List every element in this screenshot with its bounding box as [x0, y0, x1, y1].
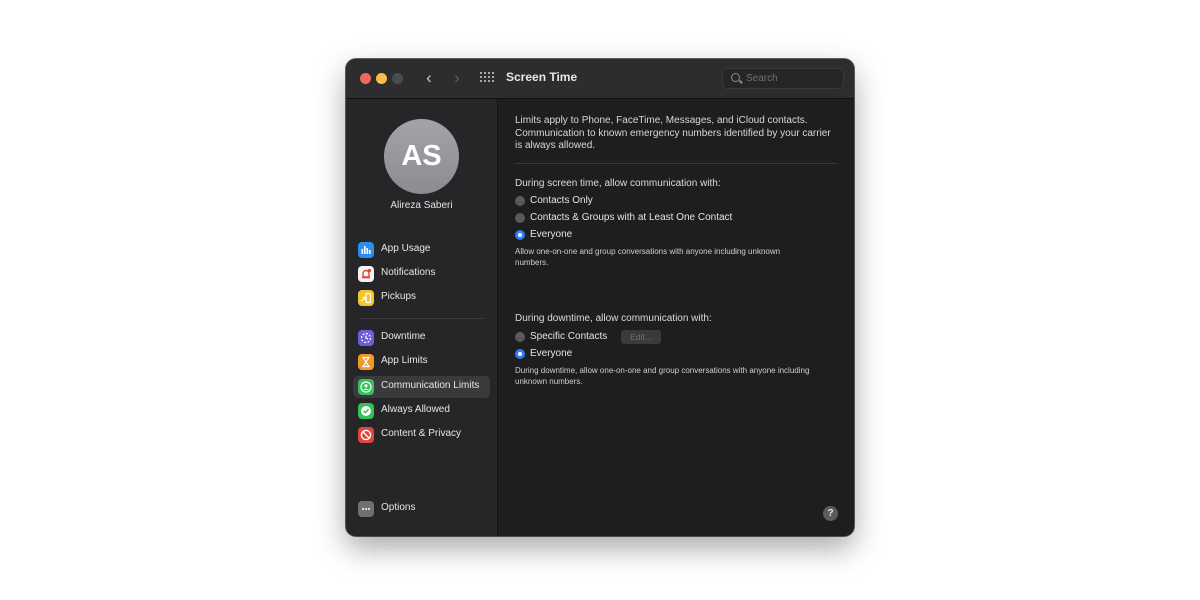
bar-chart-icon: [358, 242, 374, 258]
sidebar-item-label: App Limits: [381, 355, 428, 366]
back-button[interactable]: ‹: [419, 68, 439, 88]
search-icon: [731, 73, 740, 82]
sidebar-item-label: Content & Privacy: [381, 428, 462, 439]
sidebar-item-label: App Usage: [381, 243, 431, 254]
radio-label: Specific Contacts: [530, 331, 608, 342]
sidebar-item-label: Pickups: [381, 291, 417, 302]
title-bar: ‹ › Screen Time Search: [346, 59, 854, 99]
radio-button[interactable]: [515, 213, 525, 223]
radio-label: Everyone: [530, 348, 573, 359]
search-placeholder: Search: [746, 73, 778, 84]
avatar[interactable]: AS: [384, 119, 459, 194]
bell-icon: [358, 266, 374, 282]
checkmark-badge-icon: [358, 403, 374, 419]
window-title: Screen Time: [506, 70, 578, 84]
radio-specific-contacts[interactable]: Specific Contacts Edit...: [515, 330, 675, 345]
search-field[interactable]: Search: [722, 68, 844, 89]
ellipsis-icon: [358, 501, 374, 517]
person-circle-icon: [358, 379, 374, 395]
sidebar-item-downtime[interactable]: Downtime: [353, 327, 490, 349]
communication-limits-pane: Limits apply to Phone, FaceTime, Message…: [498, 99, 854, 536]
sidebar-item-always-allowed[interactable]: Always Allowed: [353, 400, 490, 422]
sidebar-item-label: Downtime: [381, 331, 426, 342]
section-divider: [515, 163, 837, 164]
sidebar-item-label: Always Allowed: [381, 404, 450, 415]
moon-clock-icon: [358, 330, 374, 346]
sidebar-item-communication-limits[interactable]: Communication Limits: [353, 376, 490, 398]
radio-button-selected[interactable]: [515, 349, 525, 359]
sidebar-item-app-usage[interactable]: App Usage: [353, 239, 490, 261]
sidebar-item-app-limits[interactable]: App Limits: [353, 351, 490, 373]
close-button[interactable]: [360, 73, 371, 84]
downtime-section-title: During downtime, allow communication wit…: [515, 313, 712, 324]
screen-time-section-title: During screen time, allow communication …: [515, 178, 721, 189]
radio-label: Everyone: [530, 229, 573, 240]
sidebar: AS Alireza Saberi App Usage Notification…: [346, 99, 498, 536]
intro-text: Limits apply to Phone, FaceTime, Message…: [515, 115, 831, 151]
screen-time-window: ‹ › Screen Time Search AS Alireza Saberi…: [346, 59, 854, 536]
hourglass-icon: [358, 354, 374, 370]
help-button[interactable]: ?: [823, 506, 838, 521]
chevron-right-icon: ›: [454, 68, 460, 87]
sidebar-item-content-privacy[interactable]: Content & Privacy: [353, 424, 490, 446]
sidebar-item-label: Notifications: [381, 267, 436, 278]
user-name: Alireza Saberi: [390, 200, 453, 211]
edit-contacts-button[interactable]: Edit...: [621, 330, 661, 344]
pickup-icon: [358, 290, 374, 306]
downtime-help-text: During downtime, allow one-on-one and gr…: [515, 366, 810, 386]
radio-label: Contacts & Groups with at Least One Cont…: [530, 212, 733, 223]
radio-button[interactable]: [515, 332, 525, 342]
radio-button-selected[interactable]: [515, 230, 525, 240]
sidebar-item-pickups[interactable]: Pickups: [353, 287, 490, 309]
minimize-button[interactable]: [376, 73, 387, 84]
sidebar-divider: [360, 318, 484, 319]
chevron-left-icon: ‹: [426, 68, 432, 87]
radio-button[interactable]: [515, 196, 525, 206]
options-button[interactable]: Options: [353, 498, 490, 520]
sidebar-item-notifications[interactable]: Notifications: [353, 263, 490, 285]
zoom-button[interactable]: [392, 73, 403, 84]
forward-button[interactable]: ›: [447, 68, 467, 88]
screen-time-help-text: Allow one-on-one and group conversations…: [515, 247, 781, 267]
radio-label: Contacts Only: [530, 195, 593, 206]
options-label: Options: [381, 502, 416, 513]
sidebar-item-label: Communication Limits: [381, 380, 480, 391]
show-all-grid-icon[interactable]: [480, 72, 494, 84]
no-entry-icon: [358, 427, 374, 443]
